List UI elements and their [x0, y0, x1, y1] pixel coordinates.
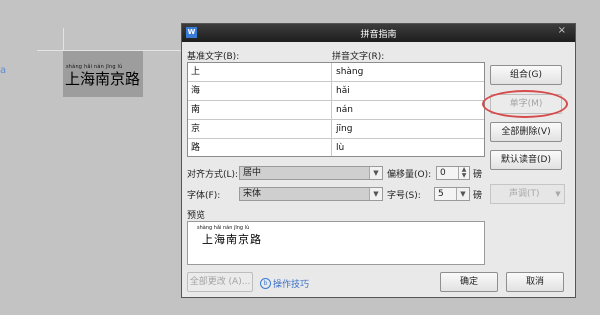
ok-button[interactable]: 确定 [440, 272, 498, 292]
info-icon: b [260, 278, 271, 289]
size-value: 5 [438, 189, 444, 199]
offset-stepper[interactable]: 0 ▲ ▼ [436, 166, 470, 180]
pinyin-cell[interactable]: lù [336, 139, 481, 157]
close-icon[interactable]: × [558, 25, 566, 36]
preview-text: 上海南京路 [202, 233, 262, 246]
grid-row: 京 jīng [188, 120, 484, 139]
grid-row: 上 shàng [188, 63, 484, 82]
group-button[interactable]: 组合(G) [490, 65, 562, 85]
delete-all-button[interactable]: 全部删除(V) [490, 122, 562, 142]
font-value: 宋体 [243, 189, 262, 199]
preview-box: shàng hǎi nán jīng lù 上海南京路 [187, 221, 485, 265]
change-all-button[interactable]: 全部更改 (A)... [187, 272, 253, 292]
base-cell[interactable]: 京 [191, 120, 331, 138]
font-label: 字体(F): [187, 191, 221, 201]
offset-unit: 磅 [473, 170, 483, 180]
pinyin-cell[interactable]: hǎi [336, 82, 481, 100]
pinyin-cell[interactable]: shàng [336, 63, 481, 81]
base-cell[interactable]: 路 [191, 139, 331, 157]
size-unit: 磅 [473, 191, 483, 201]
offset-label: 偏移量(O): [387, 170, 432, 180]
tone-dropdown[interactable]: 声调(T) ▼ [490, 184, 565, 204]
pinyin-cell[interactable]: jīng [336, 120, 481, 138]
font-dropdown[interactable]: 宋体 ▼ [239, 187, 383, 201]
highlight-annotation [482, 90, 568, 118]
base-cell[interactable]: 海 [191, 82, 331, 100]
grid-row: 路 lù [188, 139, 484, 158]
size-label: 字号(S): [387, 191, 421, 201]
base-cell[interactable]: 南 [191, 101, 331, 119]
pinyin-text-header: 拼音文字(R): [332, 52, 385, 62]
preview-label: 预览 [187, 211, 206, 221]
pinyin-guide-dialog: W 拼音指南 × 基准文字(B): 拼音文字(R): 上 shàng 海 hǎi… [181, 23, 576, 298]
document-text: 上海南京路 [65, 70, 141, 88]
offset-value: 0 [440, 168, 446, 178]
default-reading-button[interactable]: 默认读音(D) [490, 150, 562, 170]
base-text-header: 基准文字(B): [187, 52, 240, 62]
pinyin-grid: 上 shàng 海 hǎi 南 nán 京 jīng 路 lù [187, 62, 485, 157]
chevron-down-icon[interactable]: ▼ [369, 167, 382, 179]
cancel-button[interactable]: 取消 [506, 272, 564, 292]
chevron-down-icon[interactable]: ▼ [369, 188, 382, 200]
grid-row: 南 nán [188, 101, 484, 120]
document-selected-text[interactable]: shàng hǎi nán jīng lù 上海南京路 [63, 51, 143, 97]
chevron-down-icon[interactable]: ▼ [552, 185, 564, 203]
document-side-mark: a [0, 65, 7, 76]
base-cell[interactable]: 上 [191, 63, 331, 81]
size-dropdown[interactable]: 5 ▼ [434, 187, 470, 201]
alignment-label: 对齐方式(L): [187, 170, 239, 180]
chevron-down-icon[interactable]: ▼ [456, 188, 469, 200]
tone-label: 声调(T) [509, 189, 540, 199]
dialog-titlebar[interactable]: W 拼音指南 × [182, 24, 575, 42]
alignment-value: 居中 [243, 168, 262, 178]
spin-arrows-icon[interactable]: ▲ ▼ [458, 167, 469, 179]
alignment-dropdown[interactable]: 居中 ▼ [239, 166, 383, 180]
grid-row: 海 hǎi [188, 82, 484, 101]
pinyin-cell[interactable]: nán [336, 101, 481, 119]
dialog-title: 拼音指南 [360, 30, 397, 40]
tips-link[interactable]: 操作技巧 [273, 277, 309, 290]
